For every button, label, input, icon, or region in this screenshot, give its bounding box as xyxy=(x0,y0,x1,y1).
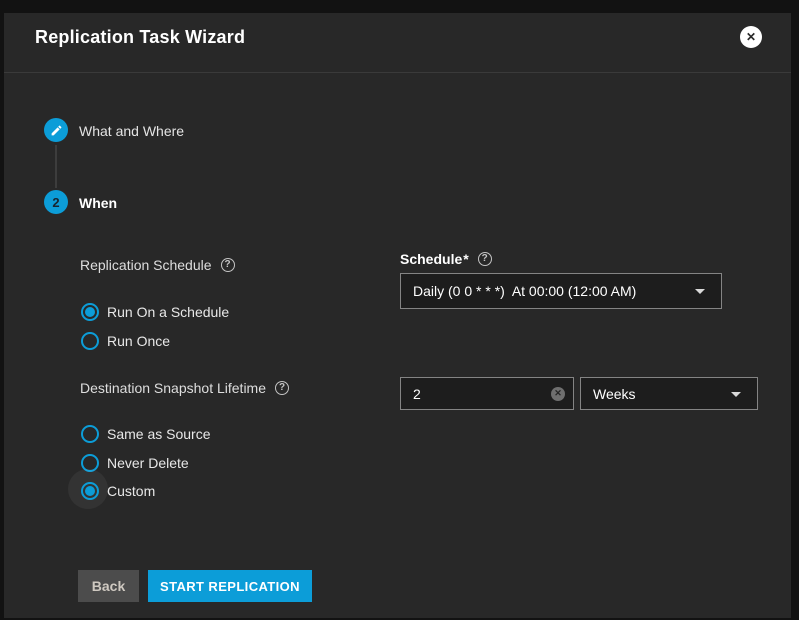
start-replication-button[interactable]: START REPLICATION xyxy=(148,570,312,602)
replication-task-wizard-screen: Replication Task Wizard ✕ What and Where… xyxy=(0,0,799,620)
radio-icon xyxy=(81,454,99,472)
lifetime-value: 2 xyxy=(413,386,421,402)
required-marker: * xyxy=(463,251,468,267)
schedule-select[interactable]: Daily (0 0 * * *) At 00:00 (12:00 AM) xyxy=(400,273,722,309)
chevron-down-icon xyxy=(731,392,741,397)
radio-icon xyxy=(81,425,99,443)
replication-schedule-label: Replication Schedule ? xyxy=(80,257,235,273)
radio-run-once[interactable]: Run Once xyxy=(81,332,170,350)
radio-icon-selected xyxy=(81,482,99,500)
snapshot-lifetime-label: Destination Snapshot Lifetime ? xyxy=(80,380,289,396)
help-icon[interactable]: ? xyxy=(221,258,235,272)
dialog-title: Replication Task Wizard xyxy=(35,27,245,48)
step-1-indicator[interactable] xyxy=(44,118,68,142)
help-icon[interactable]: ? xyxy=(275,381,289,395)
radio-icon-selected xyxy=(81,303,99,321)
step-2-label[interactable]: When xyxy=(79,195,117,211)
back-button[interactable]: Back xyxy=(78,570,139,602)
pencil-icon xyxy=(50,124,63,137)
wizard-dialog: Replication Task Wizard ✕ What and Where… xyxy=(4,13,791,618)
radio-same-as-source[interactable]: Same as Source xyxy=(81,425,211,443)
header-divider xyxy=(4,72,791,73)
lifetime-unit-select[interactable]: Weeks xyxy=(580,377,758,410)
lifetime-unit-value: Weeks xyxy=(593,386,636,402)
help-icon[interactable]: ? xyxy=(478,252,492,266)
step-connector-line xyxy=(55,145,57,188)
radio-icon xyxy=(81,332,99,350)
step-2-number: 2 xyxy=(52,195,59,210)
radio-custom[interactable]: Custom xyxy=(81,482,155,500)
schedule-select-value: Daily (0 0 * * *) At 00:00 (12:00 AM) xyxy=(413,283,636,299)
step-2-indicator[interactable]: 2 xyxy=(44,190,68,214)
chevron-down-icon xyxy=(695,289,705,294)
clear-input-icon[interactable]: ✕ xyxy=(551,387,565,401)
close-icon[interactable]: ✕ xyxy=(740,26,762,48)
radio-never-delete[interactable]: Never Delete xyxy=(81,454,189,472)
step-1-label[interactable]: What and Where xyxy=(79,123,184,139)
radio-run-on-a-schedule[interactable]: Run On a Schedule xyxy=(81,303,229,321)
schedule-field-label: Schedule* ? xyxy=(400,251,492,267)
lifetime-value-input[interactable]: 2 ✕ xyxy=(400,377,574,410)
